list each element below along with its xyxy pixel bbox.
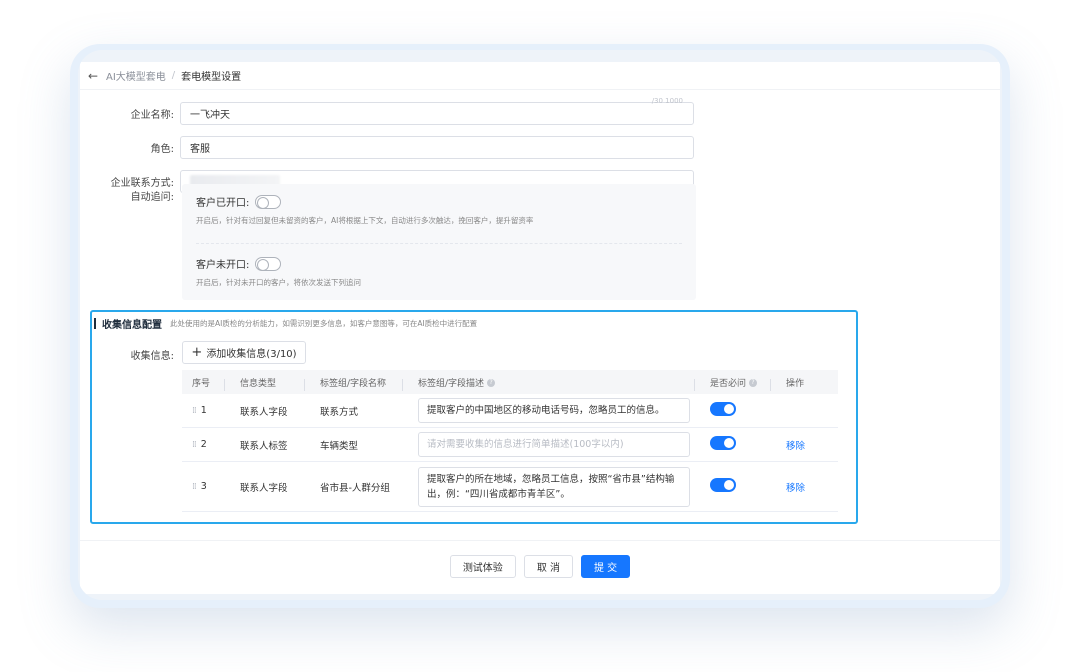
device-bezel: ← AI大模型套电 / 套电模型设置 企业名称: 一飞冲天 /30 1000 角… (78, 50, 1002, 600)
role-input[interactable]: 客服 (180, 136, 694, 159)
plus-icon: + (191, 345, 203, 360)
row-desc-input[interactable]: 请对需要收集的信息进行简单描述(100字以内) (418, 432, 690, 457)
app-screen: ← AI大模型套电 / 套电模型设置 企业名称: 一飞冲天 /30 1000 角… (80, 62, 1000, 594)
col-name: 标签组/字段名称 (304, 376, 408, 391)
required-toggle[interactable] (710, 478, 736, 492)
collect-section-header: 收集信息配置 此处使用的是AI质检的分析能力，如需识别更多信息，如客户意图等，可… (94, 316, 477, 331)
contact-label: 企业联系方式: (110, 178, 174, 189)
col-required: 是否必问? (694, 376, 776, 391)
table-row: ⁞⁞ 3 联系人字段 省市县-人群分组 提取客户的所在地域，忽略员工信息，按照“省… (182, 462, 838, 512)
auto-followup-label: 自动追问: (130, 192, 174, 203)
followup-silent-title: 客户未开口: (196, 260, 250, 271)
row-desc-input[interactable]: 提取客户的所在地域，忽略员工信息，按照“省市县”结构输出，例：“四川省成都市青羊… (418, 466, 690, 507)
required-toggle[interactable] (710, 436, 736, 450)
company-name-label: 企业名称: (130, 110, 174, 121)
collect-info-table: 序号 信息类型 标签组/字段名称 标签组/字段描述? 是否必问? 操作 ⁞⁞ 1 … (182, 370, 838, 512)
drag-handle-icon[interactable]: ⁞⁞ (192, 482, 197, 492)
submit-button[interactable]: 提 交 (581, 555, 631, 578)
device-frame: ← AI大模型套电 / 套电模型设置 企业名称: 一飞冲天 /30 1000 角… (70, 44, 1010, 608)
collect-info-label: 收集信息: (130, 351, 174, 362)
breadcrumb-current: 套电模型设置 (181, 72, 242, 83)
followup-replied-desc: 开启后，针对有过回复但未留资的客户，AI将根据上下文，自动进行多次触达，挽回客户… (196, 216, 534, 225)
breadcrumb-separator: / (171, 70, 176, 81)
row-desc-cell: 请对需要收集的信息进行简单描述(100字以内) (408, 432, 700, 457)
cancel-button[interactable]: 取 消 (523, 555, 573, 578)
help-icon[interactable]: ? (749, 379, 758, 387)
row-name: 车辆类型 (320, 440, 359, 452)
arrow-left-icon[interactable]: ← (80, 69, 106, 83)
col-op: 操作 (770, 376, 838, 391)
role-label: 角色: (150, 144, 174, 155)
collect-section-note: 此处使用的是AI质检的分析能力，如需识别更多信息，如客户意图等，可在AI质检中进… (170, 319, 478, 328)
row-number: ⁞⁞ 1 (182, 405, 230, 416)
followup-divider (196, 243, 682, 244)
followup-silent-desc: 开启后，针对未开口的客户，将依次发送下列追问 (196, 278, 361, 287)
row-op: 移除 (776, 438, 838, 452)
auto-followup-panel: 客户已开口: 开启后，针对有过回复但未留资的客户，AI将根据上下文，自动进行多次… (182, 184, 696, 300)
followup-silent: 客户未开口: 开启后，针对未开口的客户，将依次发送下列追问 (196, 256, 361, 288)
add-collect-info-label: 添加收集信息(3/10) (206, 349, 297, 360)
row-name: 联系方式 (320, 406, 359, 418)
row-type: 联系人标签 (240, 440, 288, 452)
followup-silent-toggle[interactable] (255, 256, 282, 271)
breadcrumb-parent[interactable]: AI大模型套电 (106, 68, 166, 83)
collect-info-section: 收集信息配置 此处使用的是AI质检的分析能力，如需识别更多信息，如客户意图等，可… (90, 310, 858, 524)
form-footer: 测试体验 取 消 提 交 (80, 540, 1000, 592)
help-icon[interactable]: ? (487, 379, 496, 387)
add-collect-info-button[interactable]: + 添加收集信息(3/10) (182, 341, 306, 364)
followup-replied: 客户已开口: 开启后，针对有过回复但未留资的客户，AI将根据上下文，自动进行多次… (196, 194, 533, 226)
row-no: 1 (200, 405, 207, 416)
remove-link[interactable]: 移除 (786, 441, 805, 452)
row-no: 2 (200, 439, 207, 450)
row-required (700, 436, 776, 453)
role-row: 角色: 客服 (80, 136, 694, 159)
company-name-value: 一飞冲天 (190, 110, 230, 121)
row-type: 联系人字段 (240, 406, 288, 418)
auto-followup-row: 自动追问: (80, 188, 180, 203)
row-number: ⁞⁞ 3 (182, 481, 230, 492)
company-name-input[interactable]: 一飞冲天 /30 1000 (180, 97, 694, 125)
row-required (700, 402, 776, 419)
table-row: ⁞⁞ 1 联系人字段 联系方式 提取客户的中国地区的移动电话号码，忽略员工的信息。 (182, 394, 838, 428)
section-marker (94, 318, 96, 329)
remove-link[interactable]: 移除 (786, 483, 805, 494)
col-required-label: 是否必问 (710, 378, 747, 389)
col-desc-label: 标签组/字段描述 (418, 378, 485, 389)
row-type: 联系人字段 (240, 482, 288, 494)
row-required (700, 478, 776, 495)
row-desc-input[interactable]: 提取客户的中国地区的移动电话号码，忽略员工的信息。 (418, 398, 690, 423)
col-type: 信息类型 (224, 376, 310, 391)
row-name: 省市县-人群分组 (320, 482, 390, 494)
required-toggle[interactable] (710, 402, 736, 416)
row-desc-cell: 提取客户的中国地区的移动电话号码，忽略员工的信息。 (408, 398, 700, 423)
table-row: ⁞⁞ 2 联系人标签 车辆类型 请对需要收集的信息进行简单描述(100字以内) 移… (182, 428, 838, 462)
drag-handle-icon[interactable]: ⁞⁞ (192, 440, 197, 450)
row-op: 移除 (776, 480, 838, 494)
followup-replied-title: 客户已开口: (196, 198, 250, 209)
company-name-row: 企业名称: 一飞冲天 /30 1000 (80, 97, 694, 125)
drag-handle-icon[interactable]: ⁞⁞ (192, 406, 197, 416)
role-value: 客服 (190, 144, 210, 155)
col-no: 序号 (192, 378, 211, 389)
row-number: ⁞⁞ 2 (182, 439, 230, 450)
col-desc: 标签组/字段描述? (402, 376, 700, 391)
char-counter: /30 1000 (651, 97, 683, 105)
collect-section-title: 收集信息配置 (102, 320, 162, 331)
followup-replied-toggle[interactable] (255, 194, 282, 209)
breadcrumb: ← AI大模型套电 / 套电模型设置 (80, 62, 1000, 90)
row-no: 3 (200, 481, 207, 492)
table-header: 序号 信息类型 标签组/字段名称 标签组/字段描述? 是否必问? 操作 (182, 370, 838, 394)
test-button[interactable]: 测试体验 (449, 555, 516, 578)
row-desc-cell: 提取客户的所在地域，忽略员工信息，按照“省市县”结构输出，例：“四川省成都市青羊… (408, 466, 700, 507)
